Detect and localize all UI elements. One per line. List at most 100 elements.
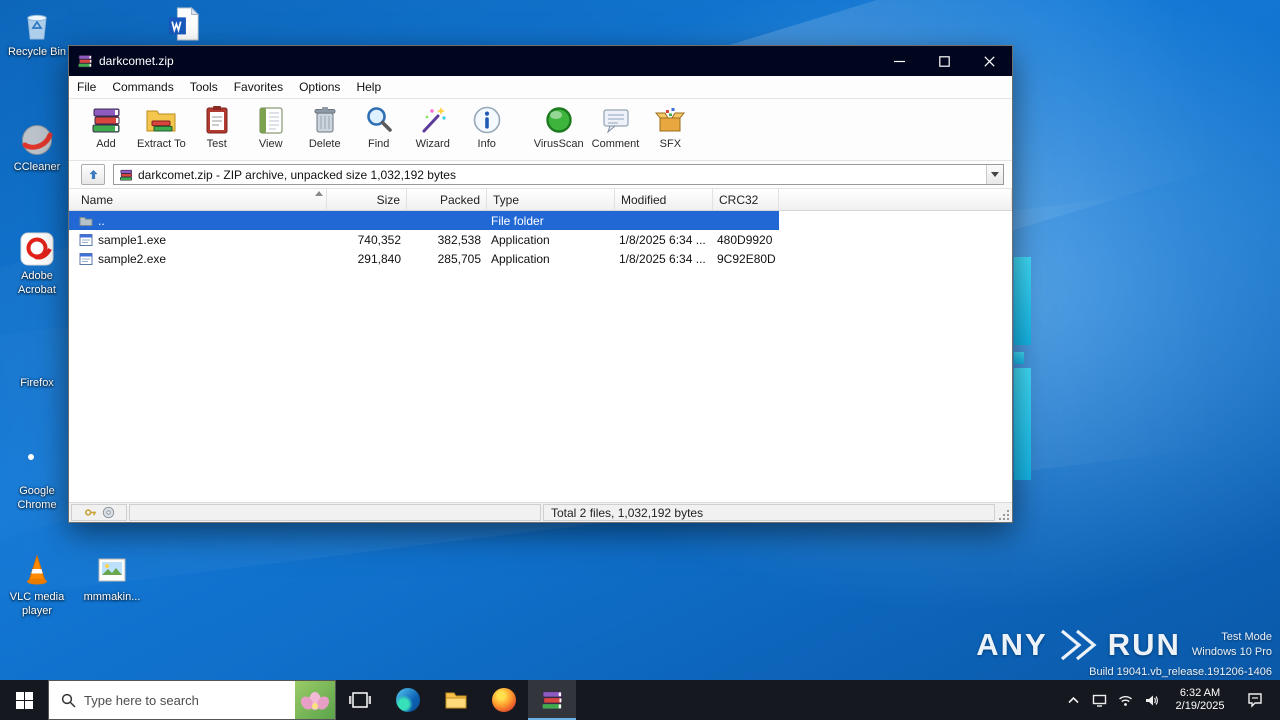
desktop-icon-vlc[interactable]: VLC media player: [0, 552, 74, 619]
close-button[interactable]: [967, 46, 1012, 76]
window-title: darkcomet.zip: [99, 54, 174, 68]
watermark-build: Build 19041.vb_release.191206-1406: [1089, 666, 1272, 678]
desktop-icon-label: Recycle Bin: [7, 46, 67, 58]
extract-to-folder-icon: [145, 104, 177, 136]
search-placeholder: Type here to search: [84, 692, 199, 708]
desktop-icon-google-chrome[interactable]: Google Chrome: [0, 446, 74, 513]
column-headers: Name Size Packed Type Modified CRC32: [69, 189, 1012, 211]
column-header-name[interactable]: Name: [69, 189, 327, 210]
disc-icon: [102, 506, 114, 519]
toolbar-add-button[interactable]: Add: [79, 101, 133, 157]
virus-scan-orb-icon: [543, 104, 575, 136]
wallpaper-logo-fragment: [1014, 257, 1031, 345]
toolbar-extract-to-button[interactable]: Extract To: [133, 101, 190, 157]
combobox-dropdown-icon[interactable]: [986, 165, 1003, 184]
find-magnifier-icon: [363, 104, 395, 136]
tray-display-icon[interactable]: [1086, 680, 1112, 720]
desktop-icon-image-file[interactable]: mmmakin...: [75, 552, 149, 605]
column-header-crc32[interactable]: CRC32: [713, 189, 779, 210]
toolbar-sfx-button[interactable]: SFX: [643, 101, 697, 157]
column-header-type[interactable]: Type: [487, 189, 615, 210]
file-crc-cell: 480D9920: [717, 232, 773, 247]
minimize-button[interactable]: [877, 46, 922, 76]
file-list[interactable]: .. File folder sample1.exe 740,352 382,5…: [69, 211, 1012, 502]
desktop-icon-edge[interactable]: [74, 8, 148, 44]
action-center-button[interactable]: [1236, 680, 1274, 720]
sfx-box-icon: [654, 104, 686, 136]
file-packed-cell: 382,538: [437, 232, 481, 247]
status-selection-panel: [129, 504, 541, 521]
file-size-cell: 291,840: [357, 251, 401, 266]
test-clipboard-icon: [201, 104, 233, 136]
file-size-cell: 740,352: [357, 232, 401, 247]
toolbar-find-button[interactable]: Find: [352, 101, 406, 157]
task-view-icon: [349, 692, 371, 708]
tray-expand-button[interactable]: [1060, 680, 1086, 720]
toolbar-comment-button[interactable]: Comment: [588, 101, 644, 157]
ccleaner-icon: [19, 122, 55, 158]
system-tray: 6:32 AM 2/19/2025: [1060, 680, 1280, 720]
taskbar-winrar[interactable]: [528, 680, 576, 720]
taskbar-file-explorer[interactable]: [432, 680, 480, 720]
taskbar-edge[interactable]: [384, 680, 432, 720]
toolbar-virusscan-button[interactable]: VirusScan: [530, 101, 588, 157]
toolbar: Add Extract To Test View Delete Find Wiz…: [69, 99, 1012, 161]
file-modified-cell: 1/8/2025 6:34 ...: [619, 232, 706, 247]
desktop-icon-firefox[interactable]: Firefox: [0, 338, 74, 391]
wallpaper-logo-fragment: [1014, 352, 1024, 364]
menu-options[interactable]: Options: [291, 77, 348, 97]
anyrun-watermark: ANY RUN Test Mode Windows 10 Pro Build 1…: [976, 627, 1272, 680]
desktop: Recycle Bin CCleaner Adobe Acrobat Firef…: [0, 0, 1280, 720]
file-row-sample2[interactable]: sample2.exe 291,840 285,705 Application …: [69, 249, 1012, 268]
title-bar[interactable]: darkcomet.zip: [69, 46, 1012, 76]
taskbar: Type here to search 6:32 AM 2/19/2025: [0, 680, 1280, 720]
adobe-acrobat-icon: [19, 231, 55, 267]
google-chrome-icon: [19, 446, 55, 482]
key-icon: [84, 509, 96, 516]
column-header-size[interactable]: Size: [327, 189, 407, 210]
menu-tools[interactable]: Tools: [182, 77, 226, 97]
wallpaper-logo-fragment: [1014, 368, 1031, 480]
maximize-button[interactable]: [922, 46, 967, 76]
vlc-icon: [19, 552, 55, 588]
menu-commands[interactable]: Commands: [104, 77, 181, 97]
toolbar-test-button[interactable]: Test: [190, 101, 244, 157]
taskbar-search[interactable]: Type here to search: [48, 680, 336, 720]
watermark-test-mode: Test Mode: [1221, 631, 1272, 643]
toolbar-view-button[interactable]: View: [244, 101, 298, 157]
wizard-wand-icon: [417, 104, 449, 136]
toolbar-info-button[interactable]: Info: [460, 101, 514, 157]
desktop-icon-recycle-bin[interactable]: Recycle Bin: [0, 7, 74, 60]
edge-icon: [396, 688, 420, 712]
resize-grip[interactable]: [997, 504, 1010, 521]
address-bar: darkcomet.zip - ZIP archive, unpacked si…: [69, 161, 1012, 189]
application-file-icon: [79, 252, 93, 265]
column-header-modified[interactable]: Modified: [615, 189, 713, 210]
file-type-cell: File folder: [491, 213, 544, 228]
taskbar-firefox[interactable]: [480, 680, 528, 720]
file-row-parent-dir[interactable]: .. File folder: [69, 211, 1012, 230]
folder-up-icon: [79, 216, 93, 226]
tray-network-icon[interactable]: [1112, 680, 1138, 720]
desktop-icon-ccleaner[interactable]: CCleaner: [0, 122, 74, 175]
start-button[interactable]: [0, 680, 48, 720]
menu-favorites[interactable]: Favorites: [226, 77, 291, 97]
up-one-level-button[interactable]: [81, 164, 105, 185]
desktop-icon-adobe-acrobat[interactable]: Adobe Acrobat: [0, 231, 74, 298]
task-view-button[interactable]: [336, 680, 384, 720]
archive-path-combobox[interactable]: darkcomet.zip - ZIP archive, unpacked si…: [113, 164, 1004, 185]
file-row-sample1[interactable]: sample1.exe 740,352 382,538 Application …: [69, 230, 1012, 249]
delete-trash-icon: [309, 104, 341, 136]
menu-help[interactable]: Help: [348, 77, 389, 97]
tray-volume-icon[interactable]: [1138, 680, 1164, 720]
taskbar-clock[interactable]: 6:32 AM 2/19/2025: [1164, 687, 1236, 713]
desktop-icon-word-document[interactable]: [147, 6, 221, 42]
search-highlight-image[interactable]: [295, 681, 335, 719]
menu-bar: File Commands Tools Favorites Options He…: [69, 76, 1012, 99]
clock-date: 2/19/2025: [1175, 700, 1225, 712]
column-header-packed[interactable]: Packed: [407, 189, 487, 210]
toolbar-wizard-button[interactable]: Wizard: [406, 101, 460, 157]
menu-file[interactable]: File: [69, 77, 104, 97]
view-book-icon: [255, 104, 287, 136]
toolbar-delete-button[interactable]: Delete: [298, 101, 352, 157]
